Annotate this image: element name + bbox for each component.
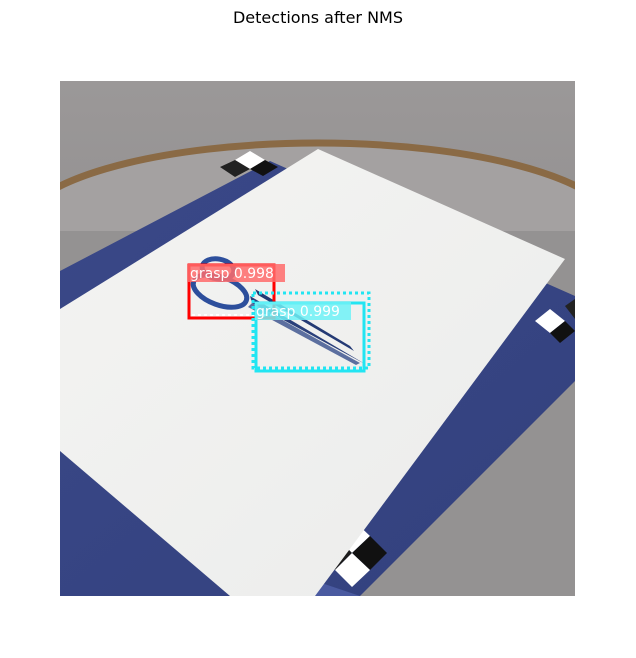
scene-svg: grasp 0.998 grasp 0.999 xyxy=(60,81,575,596)
figure-title: Detections after NMS xyxy=(232,8,403,27)
figure: Detections after NMS grasp 0.998 grasp 0… xyxy=(0,0,636,658)
detection-2-label: grasp 0.999 xyxy=(256,304,340,320)
detection-1-label: grasp 0.998 xyxy=(190,266,274,282)
detection-image: grasp 0.998 grasp 0.999 xyxy=(60,81,575,596)
